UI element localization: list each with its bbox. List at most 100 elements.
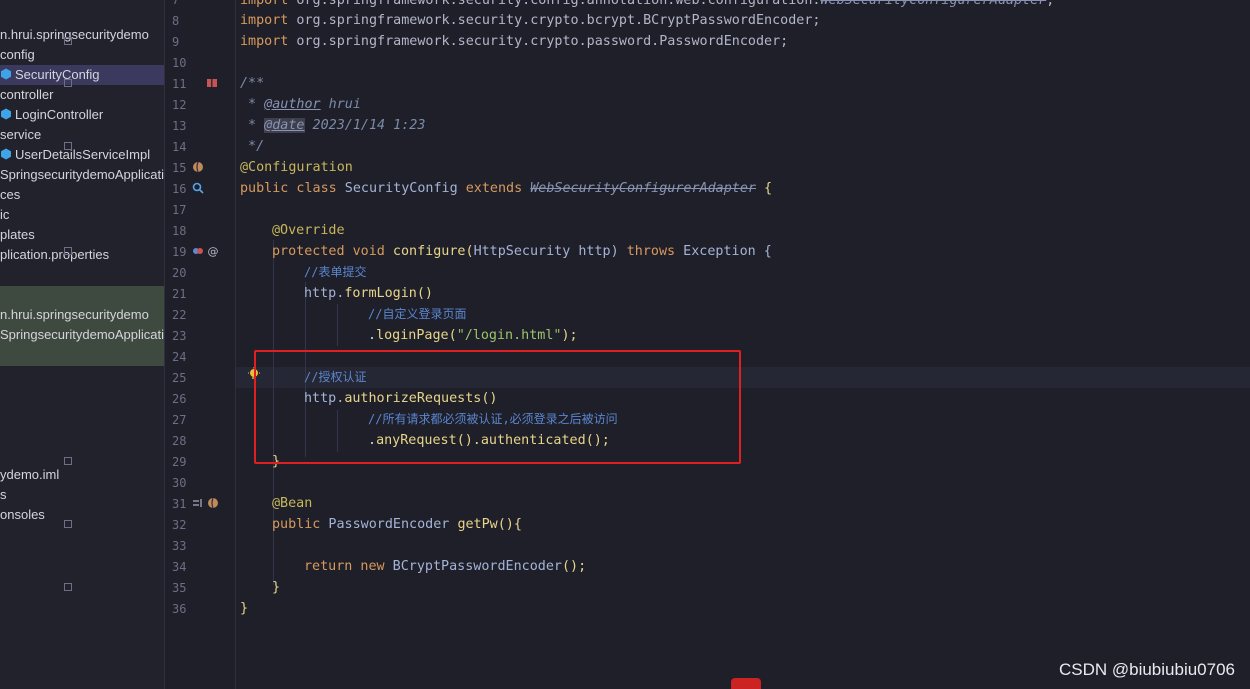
bookmark-icon[interactable]: [206, 77, 218, 89]
class-icon: [1, 108, 11, 120]
code-token: (): [416, 286, 433, 301]
code-token: formLogin: [344, 286, 417, 301]
bean-icon[interactable]: [192, 161, 204, 173]
tree-item-label: service: [0, 127, 42, 142]
code-token: "/login.html": [456, 328, 562, 343]
line-number: 9: [172, 35, 180, 49]
line-number: 7: [172, 0, 180, 7]
tree-item-label: ydemo.iml: [0, 467, 60, 482]
tree-item[interactable]: LoginController: [0, 105, 164, 125]
code-line-21: http.formLogin(): [304, 283, 433, 304]
at-sign-icon[interactable]: @: [207, 245, 219, 257]
tree-item-label: SecurityConfig: [15, 67, 100, 82]
code-line-9: import org.springframework.security.cryp…: [240, 31, 788, 52]
line-number: 18: [172, 224, 187, 238]
code-token: getPw: [457, 517, 498, 532]
line-number: 26: [172, 392, 187, 406]
tree-item[interactable]: ces: [0, 185, 164, 205]
code-token: public class: [240, 181, 337, 196]
line-number: 22: [172, 308, 187, 322]
code-line-8: import org.springframework.security.cryp…: [240, 10, 820, 31]
tree-item[interactable]: plication.properties: [0, 245, 164, 265]
project-tree: n.hrui.springsecuritydemo config SecurityC…: [0, 0, 165, 689]
code-token: HttpSecurity: [473, 244, 571, 259]
code-token: hrui: [320, 97, 361, 112]
line-number: 23: [172, 329, 187, 343]
code-token: import: [240, 34, 289, 49]
code-line-15: @Configuration: [240, 160, 353, 175]
code-token: {: [755, 181, 773, 196]
code-token: *: [240, 118, 265, 133]
code-line-31: @Bean: [272, 496, 313, 511]
tree-item-label: n.hrui.springsecuritydemo: [0, 27, 149, 42]
tree-item[interactable]: UserDetailsServiceImpl: [0, 145, 164, 165]
tree-item-label: UserDetailsServiceImpl: [15, 147, 151, 162]
class-icon: [1, 148, 11, 160]
line-number: 19: [172, 245, 187, 259]
tree-item[interactable]: config: [0, 45, 164, 65]
indent-guide: [337, 304, 338, 346]
fold-marker-icon[interactable]: [64, 142, 72, 150]
override-icon[interactable]: [192, 245, 204, 257]
bean-icon[interactable]: [207, 497, 219, 509]
code-line-16: public class SecurityConfig extends WebS…: [240, 178, 772, 199]
implementations-icon[interactable]: [192, 497, 204, 509]
tree-item[interactable]: n.hrui.springsecuritydemo: [0, 305, 164, 325]
tree-item[interactable]: controller: [0, 85, 164, 105]
fold-marker-icon[interactable]: [64, 583, 72, 591]
line-number: 15: [172, 161, 187, 175]
code-token: import: [240, 13, 289, 28]
tree-item[interactable]: onsoles: [0, 505, 164, 525]
fold-marker-icon[interactable]: [64, 37, 72, 45]
tree-item-label: LoginController: [15, 107, 104, 122]
tree-item[interactable]: ic: [0, 205, 164, 225]
code-token: http.: [304, 286, 345, 301]
watermark: CSDN @biubiubiu0706: [1058, 660, 1235, 679]
fold-marker-icon[interactable]: [64, 520, 72, 528]
tree-item[interactable]: ydemo.iml: [0, 465, 164, 485]
code-line-18: @Override: [272, 223, 345, 238]
code-token: .: [368, 328, 377, 343]
editor-gutter: 7 8 9 10 11 12 13 14 15 16 17 18 19 20 21 22 23 24 25 26 27 2…: [166, 0, 236, 689]
fold-marker-icon[interactable]: [64, 247, 72, 255]
line-number: 12: [172, 98, 187, 112]
code-token: 2023/1/14 1:23: [304, 118, 426, 133]
line-number: 29: [172, 455, 187, 469]
tree-item-label: s: [0, 487, 7, 502]
tree-item[interactable]: s: [0, 485, 164, 505]
fold-marker-icon[interactable]: [64, 79, 72, 87]
code-token: *: [240, 97, 265, 112]
code-token: public: [272, 517, 321, 532]
code-token: ;: [1046, 0, 1055, 8]
line-number: 30: [172, 476, 187, 490]
line-number: 33: [172, 539, 187, 553]
tree-item[interactable]: SecurityConfig: [0, 65, 164, 85]
code-token: Exception {: [675, 244, 772, 259]
fold-marker-icon[interactable]: [64, 457, 72, 465]
code-token: protected void: [272, 244, 385, 259]
line-number: 24: [172, 350, 187, 364]
tree-item-label: ic: [0, 207, 10, 222]
tree-item[interactable]: service: [0, 125, 164, 145]
code-token: WebSecurityConfigurerAdapter: [820, 0, 1047, 8]
tree-item[interactable]: plates: [0, 225, 164, 245]
line-number: 36: [172, 602, 187, 616]
bottom-notification-button[interactable]: [731, 678, 761, 689]
code-token: org.springframework.security.crypto.pass…: [288, 34, 789, 49]
code-editor[interactable]: import org.springframework.security.conf…: [240, 0, 1250, 689]
line-number: 34: [172, 560, 187, 574]
line-number: 21: [172, 287, 187, 301]
tree-item-label: controller: [0, 87, 54, 102]
tree-item-label: n.hrui.springsecuritydemo: [0, 307, 149, 322]
code-token: (: [448, 328, 457, 343]
code-token: (){: [497, 517, 522, 532]
code-token: return new: [304, 559, 385, 574]
line-number: 14: [172, 140, 187, 154]
code-line-14: */: [240, 139, 265, 154]
line-number: 28: [172, 434, 187, 448]
tree-item[interactable]: n.hrui.springsecuritydemo: [0, 25, 164, 45]
code-token: org.springframework.security.config.anno…: [288, 0, 821, 8]
tree-item[interactable]: SpringsecuritydemoApplicati: [0, 165, 164, 185]
search-bean-icon[interactable]: [192, 182, 204, 194]
tree-item[interactable]: SpringsecuritydemoApplicati: [0, 325, 164, 345]
